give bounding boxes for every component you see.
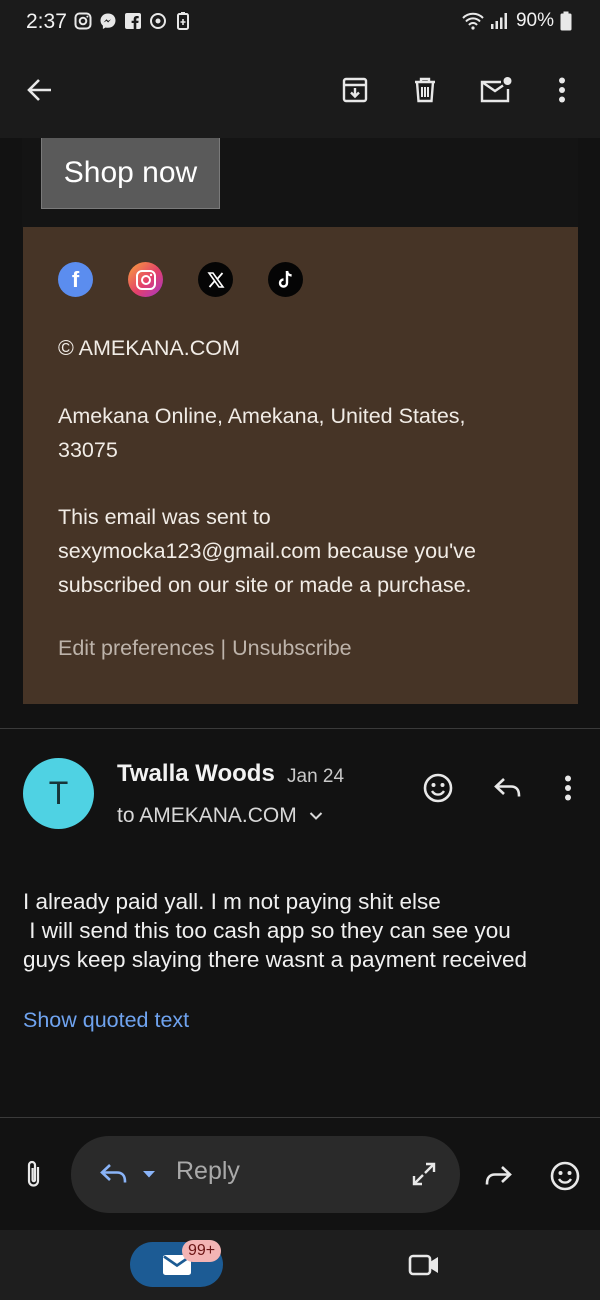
subscription-notice: This email was sent to sexymocka123@gmai… (58, 500, 528, 602)
unread-count-badge: 99+ (182, 1240, 222, 1262)
reply-icon (494, 778, 521, 797)
system-status: 90% (462, 10, 572, 32)
battery-percentage: 90% (515, 10, 554, 31)
message-line: I will send this too cash app so they ca… (23, 918, 511, 943)
shop-now-button[interactable]: Shop now (41, 138, 220, 209)
address-zip: 33075 (58, 438, 118, 462)
more-vert-icon (559, 77, 565, 103)
preference-links: Edit preferences | Unsubscribe (58, 636, 352, 661)
address-line: Amekana Online, Amekana, United States, (58, 404, 466, 428)
attach-button[interactable] (14, 1152, 54, 1196)
trash-icon (415, 77, 435, 103)
show-quoted-text-link[interactable]: Show quoted text (23, 1008, 189, 1033)
battery-saver-notification-icon (177, 12, 189, 30)
smiley-icon (550, 1161, 580, 1191)
reply-type-selector[interactable] (93, 1152, 163, 1196)
chevron-down-icon (309, 812, 322, 820)
link-separator: | (220, 636, 227, 660)
signal-icon (490, 13, 507, 29)
tiktok-glyph (278, 270, 292, 288)
sender-name: Twalla Woods (117, 760, 275, 787)
email-body: Shop now f © AMEKANA.COM Amekana Online,… (0, 138, 600, 728)
smiley-icon (423, 773, 453, 803)
messenger-notification-icon (100, 13, 116, 29)
social-links: f (58, 262, 303, 297)
expand-compose-button[interactable] (402, 1152, 446, 1196)
app-bar (0, 46, 600, 138)
recipient-details-toggle[interactable]: to AMEKANA.COM (117, 804, 323, 828)
emoji-reaction-button[interactable] (543, 1154, 587, 1198)
archive-button[interactable] (333, 68, 377, 112)
archive-icon (342, 77, 368, 103)
more-vert-icon (565, 775, 571, 801)
back-button[interactable] (18, 68, 62, 112)
instagram-icon[interactable] (128, 262, 163, 297)
expand-icon (412, 1162, 436, 1186)
reply-icon (100, 1164, 127, 1183)
back-arrow-icon (27, 79, 51, 101)
message-body: I already paid yall. I m not paying shit… (23, 887, 583, 974)
mark-unread-button[interactable] (472, 68, 520, 112)
battery-icon (560, 11, 572, 31)
meet-tab[interactable] (402, 1246, 446, 1284)
x-glyph (206, 271, 225, 288)
edit-preferences-link[interactable]: Edit preferences (58, 636, 215, 660)
unsubscribe-link[interactable]: Unsubscribe (232, 636, 352, 660)
sync-notification-icon (150, 13, 166, 29)
tiktok-icon[interactable] (268, 262, 303, 297)
reply-button[interactable] (486, 766, 530, 810)
sender-avatar[interactable]: T (23, 758, 94, 829)
mark-unread-icon (480, 77, 512, 103)
instagram-glyph (135, 269, 156, 290)
facebook-notification-icon (125, 13, 141, 29)
notice-line: This email was sent to (58, 505, 271, 529)
delete-button[interactable] (403, 68, 447, 112)
more-options-button[interactable] (540, 68, 584, 112)
message-line: I already paid yall. I m not paying shit… (23, 889, 441, 914)
video-camera-icon (408, 1254, 438, 1276)
thread-divider (0, 728, 600, 729)
recipient-text: to AMEKANA.COM (117, 804, 297, 827)
copyright-text: © AMEKANA.COM (58, 336, 240, 360)
email-footer: f © AMEKANA.COM Amekana Online, Amekana,… (23, 227, 578, 704)
caret-down-icon (143, 1171, 155, 1178)
status-bar: 2:37 90% (0, 0, 600, 46)
notice-line: sexymocka123@gmail.com because you've (58, 539, 476, 563)
notice-line: subscribed on our site or made a purchas… (58, 573, 472, 597)
status-time: 2:37 (26, 10, 67, 33)
message-more-button[interactable] (546, 766, 590, 810)
reply-bar-divider (0, 1117, 600, 1118)
add-reaction-button[interactable] (416, 766, 460, 810)
bottom-navigation: 99+ (0, 1230, 600, 1300)
reply-box[interactable]: Reply (71, 1136, 460, 1213)
x-icon[interactable] (198, 262, 233, 297)
message-line: guys keep slaying there wasnt a payment … (23, 947, 528, 972)
forward-icon (485, 1166, 512, 1185)
facebook-icon[interactable]: f (58, 262, 93, 297)
instagram-notification-icon (74, 12, 92, 30)
reply-placeholder[interactable]: Reply (176, 1157, 240, 1186)
notification-icons (74, 12, 192, 30)
message-date: Jan 24 (287, 766, 345, 787)
paperclip-icon (27, 1160, 40, 1187)
wifi-icon (462, 12, 484, 30)
forward-button[interactable] (476, 1154, 520, 1198)
company-address: Amekana Online, Amekana, United States, … (58, 399, 518, 467)
